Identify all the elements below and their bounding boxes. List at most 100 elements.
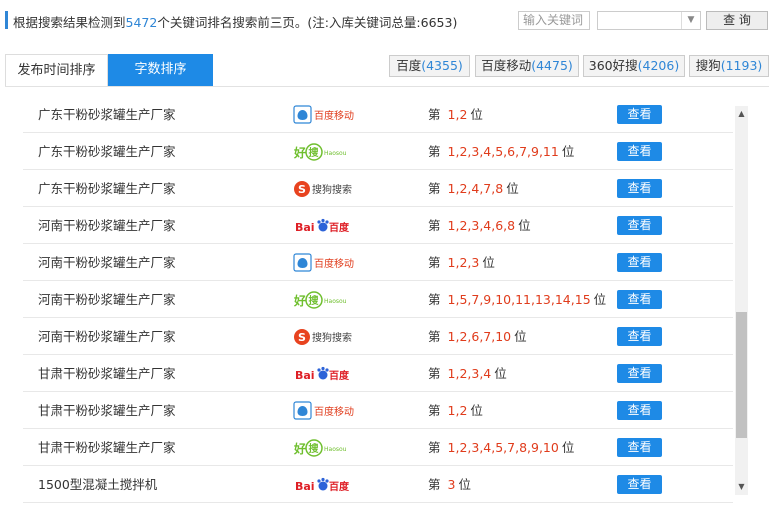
summary-accent-bar [5, 11, 8, 29]
engine-name: 百度 [396, 58, 422, 73]
rank-positions: 1,2 [447, 403, 468, 418]
summary-suffix: 个关键词排名搜索前三页。(注:入库关键词总量:6653) [157, 15, 458, 30]
view-button[interactable]: 查看 [617, 179, 662, 198]
view-button[interactable]: 查看 [617, 216, 662, 235]
engine-count: (1193) [720, 58, 763, 73]
list-item: 河南干粉砂浆罐生产厂家 Bai 百度 第 1,2,3,4,6,8 位 查看 [23, 207, 733, 244]
view-button[interactable]: 查看 [617, 327, 662, 346]
rank-prefix: 第 [428, 292, 441, 307]
summary-bar: 根据搜索结果检测到5472个关键词排名搜索前三页。(注:入库关键词总量:6653… [0, 0, 776, 42]
rank-text: 第 1,2,3 位 [428, 244, 495, 281]
query-button[interactable]: 查 询 [706, 11, 768, 30]
rank-suffix: 位 [561, 440, 575, 455]
rank-suffix: 位 [494, 366, 507, 381]
rank-prefix: 第 [428, 107, 441, 122]
rank-text: 第 1,2,3,4,5,6,7,9,11 位 [428, 133, 574, 170]
svg-text:Bai: Bai [295, 480, 315, 493]
rank-text: 第 1,2,3,4,5,7,8,9,10 位 [428, 429, 574, 466]
svg-text:S: S [298, 183, 306, 196]
engine-name: 360好搜 [588, 58, 638, 73]
svg-text:搜: 搜 [309, 294, 320, 307]
chevron-down-icon[interactable]: ▼ [681, 12, 700, 29]
rank-prefix: 第 [428, 255, 441, 270]
svg-text:Bai: Bai [295, 221, 315, 234]
haosou-logo-icon: 好搜 Haosou [293, 438, 357, 458]
keyword-text: 广东干粉砂浆罐生产厂家 [38, 181, 176, 196]
rank-positions: 1,2,3,4 [447, 366, 492, 381]
engine-count: (4355) [421, 58, 463, 73]
baidu-mobile-logo-icon: 百度移动 [293, 105, 357, 125]
rank-prefix: 第 [428, 144, 441, 159]
keyword-rank-list: 广东干粉砂浆罐生产厂家 百度移动第 1,2 位查看 广东干粉砂浆罐生产厂家好搜 Haoso… [23, 96, 733, 506]
keyword-text: 甘肃干粉砂浆罐生产厂家 [38, 403, 176, 418]
view-button[interactable]: 查看 [617, 290, 662, 309]
engine-count: (4206) [637, 58, 680, 73]
baidu-logo-icon: Bai 百度 [293, 475, 357, 495]
keyword-text: 甘肃干粉砂浆罐生产厂家 [38, 440, 176, 455]
view-button[interactable]: 查看 [617, 401, 662, 420]
view-button[interactable]: 查看 [617, 364, 662, 383]
keyword-text: 河南干粉砂浆罐生产厂家 [38, 329, 176, 344]
svg-text:搜狗搜索: 搜狗搜索 [312, 183, 352, 196]
sogou-logo-icon: S 搜狗搜索 [293, 327, 357, 347]
svg-text:S: S [298, 331, 306, 344]
baidu-logo-icon: Bai 百度 [293, 364, 357, 384]
scroll-down-icon[interactable]: ▼ [735, 481, 748, 493]
svg-text:Haosou: Haosou [324, 150, 347, 157]
rank-text: 第 1,2,4,7,8 位 [428, 170, 519, 207]
baidu-logo-icon: Bai 百度 [293, 216, 357, 236]
svg-text:百度: 百度 [329, 369, 350, 382]
rank-prefix: 第 [428, 366, 441, 381]
rank-text: 第 1,2,3,4 位 [428, 355, 507, 392]
svg-text:百度移动: 百度移动 [314, 109, 354, 122]
svg-text:百度移动: 百度移动 [314, 257, 354, 270]
list-item: 甘肃干粉砂浆罐生产厂家 好搜 Haosou 第 1,2,3,4,5,7,8,9,10 位 查… [23, 429, 733, 466]
engine-filter-sogou[interactable]: 搜狗(1193) [689, 55, 769, 77]
list-item: 河南干粉砂浆罐生产厂家 百度移动 第 1,2,3 位 查看 [23, 244, 733, 281]
summary-text: 根据搜索结果检测到5472个关键词排名搜索前三页。(注:入库关键词总量:6653… [13, 12, 457, 31]
rank-text: 第 1,2 位 [428, 392, 483, 429]
engine-select[interactable]: ▼ [597, 11, 701, 30]
tab-publish-time-sort[interactable]: 发布时间排序 [5, 54, 108, 86]
rank-positions: 1,2,3,4,5,6,7,9,11 [447, 144, 559, 159]
rank-suffix: 位 [458, 477, 471, 492]
list-item: 甘肃干粉砂浆罐生产厂家 百度移动 第 1,2 位 查看 [23, 392, 733, 429]
rank-text: 第 1,2,6,7,10 位 [428, 318, 527, 355]
keyword-text: 广东干粉砂浆罐生产厂家 [38, 144, 176, 159]
rank-positions: 3 [447, 477, 456, 492]
engine-filter-baidu-mobile[interactable]: 百度移动(4475) [475, 55, 579, 77]
view-button[interactable]: 查看 [617, 438, 662, 457]
haosou-logo-icon: 好搜 Haosou [293, 290, 357, 310]
engine-filter-baidu[interactable]: 百度(4355) [389, 55, 470, 77]
baidu-mobile-logo-icon: 百度移动 [293, 401, 357, 421]
view-button[interactable]: 查看 [617, 105, 662, 124]
rank-prefix: 第 [428, 403, 441, 418]
rank-text: 第 1,2 位 [428, 96, 483, 133]
rank-prefix: 第 [428, 218, 441, 233]
view-button[interactable]: 查看 [617, 253, 662, 272]
rank-suffix: 位 [470, 107, 483, 122]
list-item: 广东干粉砂浆罐生产厂家 百度移动 第 1,2 位 查看 [23, 96, 733, 133]
rank-prefix: 第 [428, 329, 441, 344]
engine-filter-360[interactable]: 360好搜(4206) [583, 55, 685, 77]
svg-text:Bai: Bai [295, 369, 315, 382]
scrollbar-thumb[interactable] [736, 312, 747, 438]
rank-positions: 1,2 [447, 107, 468, 122]
keyword-text: 广东干粉砂浆罐生产厂家 [38, 107, 176, 122]
rank-positions: 1,2,3,4,6,8 [447, 218, 516, 233]
rank-suffix: 位 [514, 329, 527, 344]
list-item: 广东干粉砂浆罐生产厂家 S 搜狗搜索 第 1,2,4,7,8 位 查看 [23, 170, 733, 207]
rank-text: 第 1,2,3,4,6,8 位 [428, 207, 531, 244]
scroll-up-icon[interactable]: ▲ [735, 108, 748, 120]
view-button[interactable]: 查看 [617, 142, 662, 161]
svg-text:好: 好 [293, 145, 306, 160]
rank-positions: 1,5,7,9,10,11,13,14,15 [447, 292, 591, 307]
rank-suffix: 位 [482, 255, 495, 270]
keyword-search-input[interactable]: 输入关键词 [518, 11, 590, 30]
svg-text:好: 好 [293, 293, 306, 308]
svg-text:搜狗搜索: 搜狗搜索 [312, 331, 352, 344]
scrollbar[interactable]: ▲ ▼ [735, 106, 748, 495]
keyword-text: 甘肃干粉砂浆罐生产厂家 [38, 366, 176, 381]
view-button[interactable]: 查看 [617, 475, 662, 494]
tab-word-count-sort[interactable]: 字数排序 [108, 54, 213, 86]
